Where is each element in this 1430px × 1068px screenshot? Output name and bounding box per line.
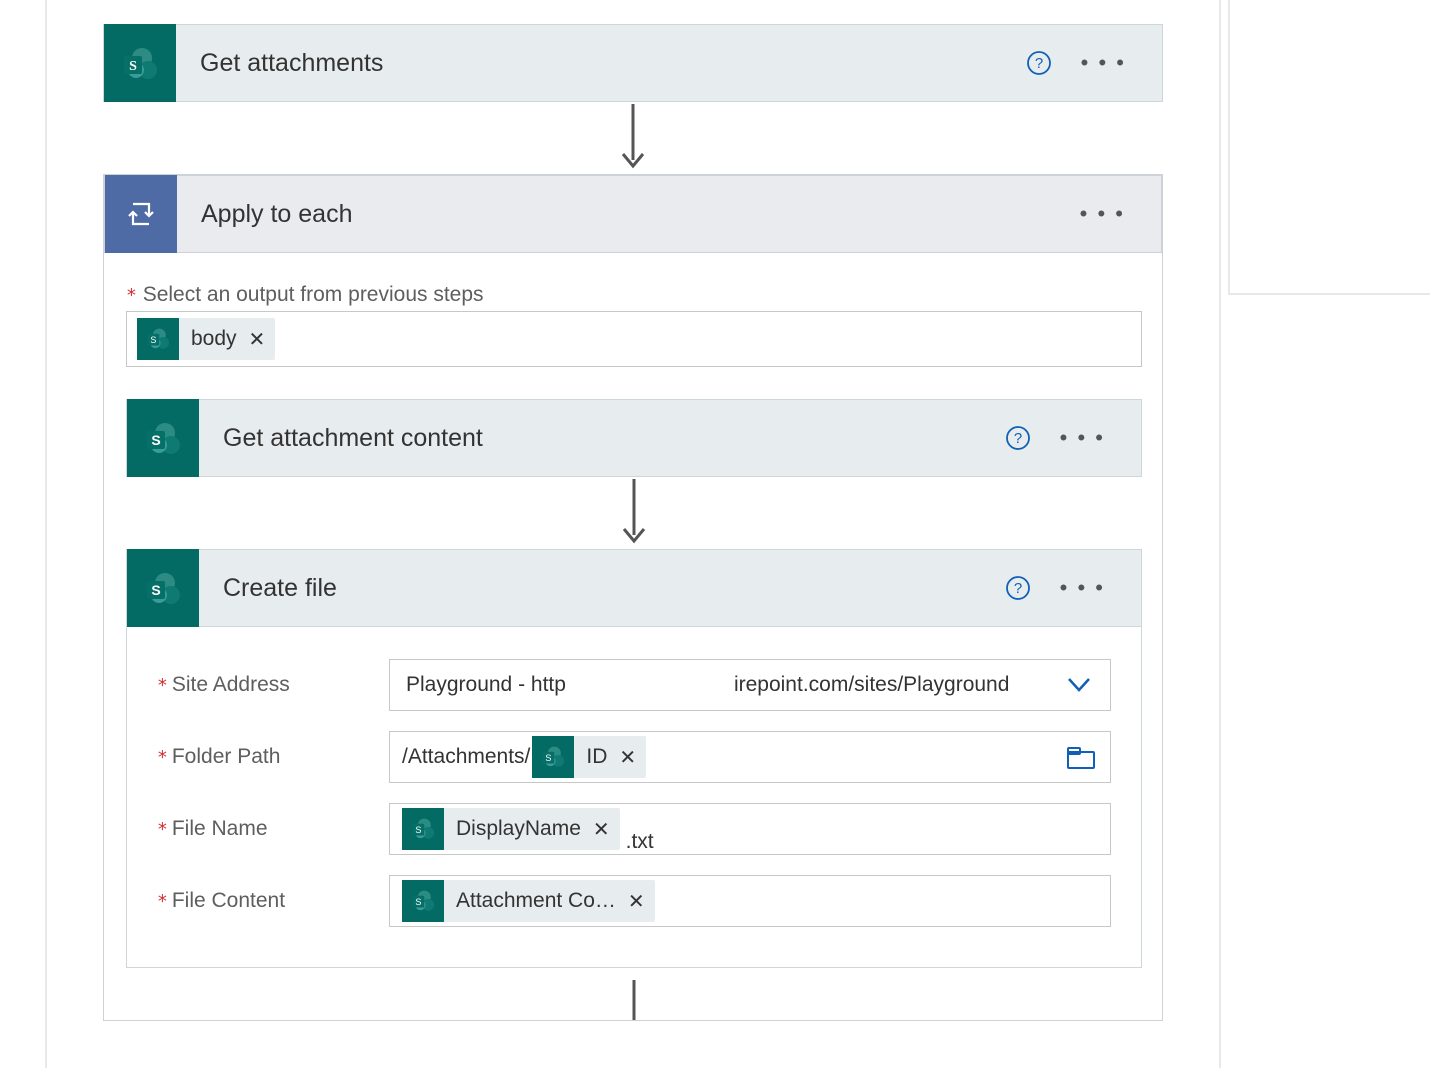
svg-text:S: S <box>150 335 156 345</box>
step-title: Create file <box>199 574 1004 603</box>
token-label: DisplayName <box>456 817 581 841</box>
file-content-label: *File Content <box>157 889 389 913</box>
more-menu-icon[interactable]: • • • <box>1081 50 1126 76</box>
svg-text:?: ? <box>1013 430 1021 447</box>
token-label: body <box>191 327 237 351</box>
sharepoint-icon: S <box>127 549 199 627</box>
connector-arrow <box>126 477 1142 549</box>
remove-token-icon[interactable]: ✕ <box>617 745 638 770</box>
help-icon[interactable]: ? <box>1004 574 1032 602</box>
site-address-dropdown[interactable]: Playground - http irepoint.com/sites/Pla… <box>389 659 1111 711</box>
token-displayname[interactable]: S DisplayName ✕ <box>402 808 620 850</box>
site-address-value-right: irepoint.com/sites/Playground <box>734 673 1009 697</box>
output-token-field[interactable]: S body ✕ <box>126 311 1142 367</box>
more-menu-icon[interactable]: • • • <box>1080 201 1125 227</box>
sharepoint-icon: S <box>104 24 176 102</box>
folder-path-label: *Folder Path <box>157 745 389 769</box>
file-content-input[interactable]: S Attachment Co… ✕ <box>389 875 1111 927</box>
file-name-input[interactable]: S DisplayName ✕ .txt <box>389 803 1111 855</box>
chevron-down-icon[interactable] <box>1066 674 1092 701</box>
step-title: Apply to each <box>177 200 1080 229</box>
help-icon[interactable]: ? <box>1025 49 1053 77</box>
help-icon[interactable]: ? <box>1004 424 1032 452</box>
token-label: ID <box>586 745 607 769</box>
svg-text:S: S <box>546 753 552 763</box>
folder-path-input[interactable]: /Attachments/ S ID ✕ <box>389 731 1111 783</box>
svg-text:S: S <box>151 582 160 598</box>
connector-arrow <box>126 968 1142 1020</box>
remove-token-icon[interactable]: ✕ <box>247 327 268 352</box>
loop-icon <box>105 175 177 253</box>
flow-canvas: S Get attachments ? • • • Apply to each <box>45 0 1221 1068</box>
site-address-value-left: Playground - http <box>406 673 566 697</box>
output-label: * Select an output from previous steps <box>126 283 1142 307</box>
connector-arrow <box>103 102 1163 174</box>
right-panel <box>1228 0 1430 295</box>
svg-text:S: S <box>415 825 421 835</box>
svg-text:S: S <box>129 59 137 74</box>
sharepoint-icon: S <box>402 808 444 850</box>
file-name-suffix: .txt <box>626 830 656 854</box>
more-menu-icon[interactable]: • • • <box>1060 575 1105 601</box>
site-address-label: *Site Address <box>157 673 389 697</box>
step-get-attachments[interactable]: S Get attachments ? • • • <box>103 24 1163 102</box>
remove-token-icon[interactable]: ✕ <box>626 889 647 914</box>
step-get-attachment-content[interactable]: S Get attachment content ? • • • <box>126 399 1142 477</box>
step-title: Get attachment content <box>199 424 1004 453</box>
step-create-file: S Create file ? • • • *Site Address <box>126 549 1142 968</box>
sharepoint-icon: S <box>137 318 179 360</box>
svg-text:?: ? <box>1034 55 1042 72</box>
svg-text:?: ? <box>1013 580 1021 597</box>
remove-token-icon[interactable]: ✕ <box>591 817 612 842</box>
svg-text:S: S <box>151 432 160 448</box>
apply-to-each-header[interactable]: Apply to each • • • <box>104 175 1162 253</box>
folder-picker-icon[interactable] <box>1066 746 1096 775</box>
step-apply-to-each: Apply to each • • • * Select an output f… <box>103 174 1163 1021</box>
more-menu-icon[interactable]: • • • <box>1060 425 1105 451</box>
file-name-label: *File Name <box>157 817 389 841</box>
token-body[interactable]: S body ✕ <box>137 318 275 360</box>
sharepoint-icon: S <box>532 736 574 778</box>
token-id[interactable]: S ID ✕ <box>532 736 646 778</box>
step-title: Get attachments <box>176 49 1025 78</box>
sharepoint-icon: S <box>402 880 444 922</box>
folder-path-prefix: /Attachments/ <box>402 745 532 769</box>
create-file-header[interactable]: S Create file ? • • • <box>126 549 1142 627</box>
token-label: Attachment Co… <box>456 889 616 913</box>
token-attachment-content[interactable]: S Attachment Co… ✕ <box>402 880 655 922</box>
sharepoint-icon: S <box>127 399 199 477</box>
svg-text:S: S <box>415 897 421 907</box>
